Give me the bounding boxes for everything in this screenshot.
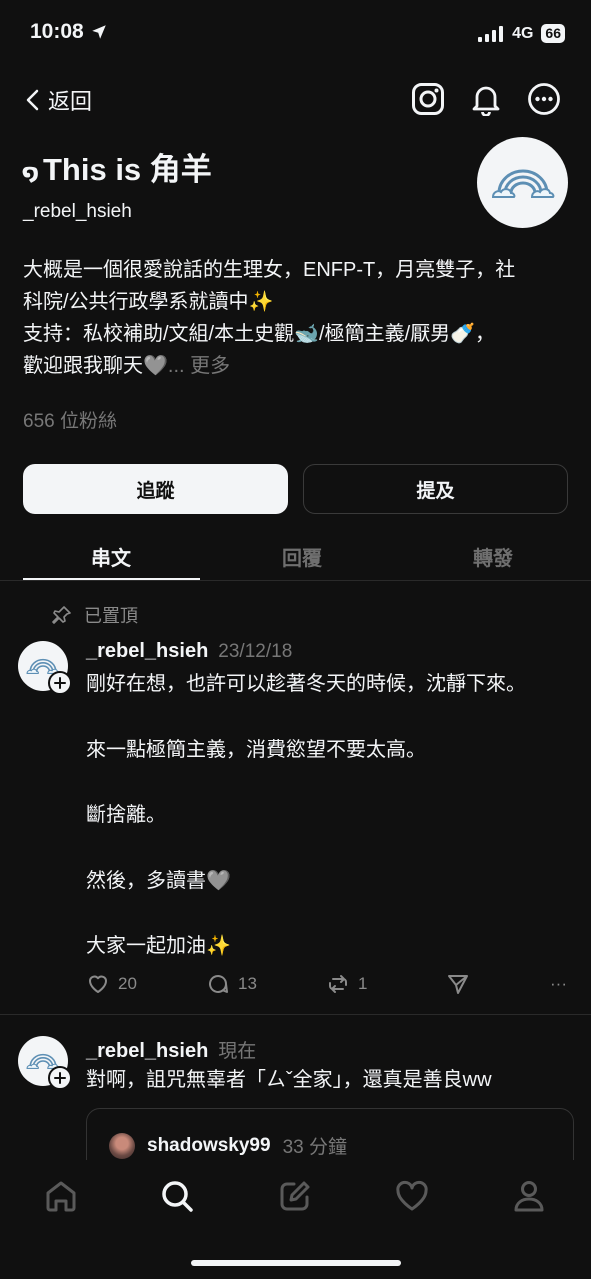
more-options-icon[interactable]: [527, 82, 561, 116]
post-text-line: 剛好在想，也許可以趁著冬天的時候，沈靜下來。: [86, 673, 526, 695]
like-button[interactable]: 20: [86, 972, 206, 996]
back-button[interactable]: 返回: [24, 84, 92, 116]
post-text-line: 對啊，詛咒無辜者「ㄙˇ全家」，還真是善良ww: [86, 1069, 492, 1091]
more-dots-icon: ···: [550, 974, 567, 993]
pinned-text: 已置頂: [84, 606, 138, 626]
home-indicator: [191, 1260, 401, 1266]
status-time-text: 10:08: [30, 20, 84, 43]
tab-replies[interactable]: 回覆: [207, 542, 397, 571]
quoted-user-avatar[interactable]: [109, 1132, 135, 1159]
repost-icon: [329, 975, 347, 993]
profile-icon: [514, 1181, 544, 1212]
mention-button[interactable]: 提及: [303, 464, 568, 514]
post-more-button[interactable]: ···: [550, 974, 567, 994]
post-time: 23/12/18: [218, 641, 293, 662]
quoted-post-header: shadowsky99 33 分鐘: [109, 1132, 347, 1159]
signal-icon: [478, 25, 504, 42]
compose-icon: [280, 1181, 310, 1211]
quoted-time: 33 分鐘: [282, 1137, 347, 1158]
post-divider: [0, 1014, 591, 1015]
quoted-username[interactable]: shadowsky99: [147, 1135, 271, 1157]
profile-name-prefix: ໑: [22, 160, 39, 185]
bio-more-link[interactable]: 更多: [190, 355, 230, 377]
status-indicators: 4G 66: [478, 24, 565, 43]
search-icon: [162, 1181, 193, 1212]
nav-home[interactable]: [43, 1178, 79, 1214]
repost-button[interactable]: 1: [326, 972, 446, 996]
repost-count: 1: [358, 974, 368, 993]
like-count: 20: [118, 974, 137, 993]
send-icon: [448, 975, 468, 994]
comment-count: 13: [238, 974, 257, 993]
location-arrow-icon: [90, 23, 108, 41]
nav-search[interactable]: [159, 1178, 195, 1214]
bio-line: 歡迎跟我聊天🩶... 更多: [23, 350, 563, 382]
status-time: 10:08: [30, 20, 108, 44]
post-username[interactable]: _rebel_hsieh: [86, 1040, 208, 1063]
post-text-line: 大家一起加油✨: [86, 935, 231, 957]
bio-line-text: 歡迎跟我聊天🩶: [23, 355, 168, 377]
rainbow-logo-icon: [491, 169, 554, 198]
chevron-left-icon: [24, 88, 42, 112]
post-header: _rebel_hsieh 23/12/18: [86, 640, 292, 663]
profile-bio: 大概是一個很愛說話的生理女，ENFP-T，月亮雙子，社 科院/公共行政學系就讀中…: [23, 254, 563, 382]
comment-button[interactable]: 13: [206, 972, 326, 996]
nav-profile[interactable]: [511, 1178, 547, 1214]
profile-handle: _rebel_hsieh: [23, 201, 132, 222]
header-actions: [411, 82, 561, 116]
pinned-label: 已置頂: [52, 602, 138, 628]
heart-icon: [89, 975, 107, 993]
pin-icon: [52, 605, 72, 625]
profile-name-text: This is 角羊: [42, 152, 212, 187]
network-label: 4G: [512, 24, 534, 42]
home-icon: [46, 1181, 76, 1212]
bio-line: 支持：私校補助/文組/本土史觀🐋/極簡主義/厭男🍼，: [23, 323, 496, 345]
comment-icon: [209, 974, 228, 993]
active-tab-indicator: [23, 578, 200, 580]
heart-icon: [396, 1180, 428, 1211]
bell-icon[interactable]: [469, 82, 503, 116]
post-actions: 20 13 1 ···: [86, 972, 567, 996]
profile-tabs: 串文 回覆 轉發: [0, 530, 591, 581]
followers-count[interactable]: 656 位粉絲: [23, 406, 117, 433]
post-text-line: 然後，多讀書🩶: [86, 870, 231, 892]
post-username[interactable]: _rebel_hsieh: [86, 640, 208, 663]
tab-reposts[interactable]: 轉發: [398, 542, 588, 571]
post-avatar-wrap[interactable]: [18, 641, 72, 695]
bio-ellipsis: ...: [167, 355, 185, 377]
follow-plus-icon[interactable]: [48, 671, 72, 695]
follow-plus-icon[interactable]: [48, 1066, 72, 1090]
battery-indicator: 66: [541, 24, 565, 43]
nav-compose[interactable]: [277, 1178, 313, 1214]
post-text-line: 來一點極簡主義，消費慾望不要太高。: [86, 739, 426, 761]
bio-line: 科院/公共行政學系就讀中✨: [23, 291, 274, 313]
tab-threads[interactable]: 串文: [16, 542, 206, 571]
instagram-icon[interactable]: [411, 82, 445, 116]
post-text-line: 斷捨離。: [86, 804, 166, 826]
back-label: 返回: [48, 89, 93, 114]
profile-avatar[interactable]: [477, 137, 568, 228]
follow-button[interactable]: 追蹤: [23, 464, 288, 514]
profile-name: ໑ This is 角羊: [22, 144, 212, 189]
post-header: _rebel_hsieh 現在: [86, 1036, 256, 1063]
nav-activity[interactable]: [394, 1178, 430, 1214]
post-avatar-wrap[interactable]: [18, 1036, 72, 1090]
share-button[interactable]: [446, 972, 550, 996]
post-time: 現在: [218, 1041, 257, 1062]
bio-line: 大概是一個很愛說話的生理女，ENFP-T，月亮雙子，社: [23, 259, 516, 281]
